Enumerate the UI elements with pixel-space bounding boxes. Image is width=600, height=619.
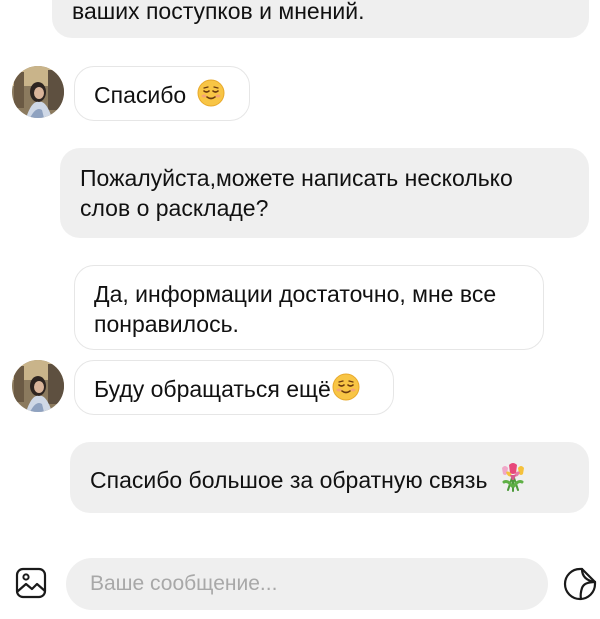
avatar[interactable] xyxy=(12,66,64,118)
message-incoming[interactable]: Буду обращаться ещё xyxy=(74,360,394,415)
relieved-face-emoji xyxy=(332,373,360,408)
avatar[interactable] xyxy=(12,360,64,412)
tulip-bouquet-emoji xyxy=(498,462,528,499)
message-outgoing[interactable]: Пожалуйста,можете написать несколько сло… xyxy=(60,148,589,238)
message-outgoing[interactable]: ваших поступков и мнений. xyxy=(52,0,589,38)
avatar-photo xyxy=(12,66,64,118)
message-text: Буду обращаться ещё xyxy=(94,376,331,402)
message-text: Да, информации достаточно, мне все понра… xyxy=(94,281,497,337)
chat-thread: ваших поступков и мнений. Спасибо Пожалу… xyxy=(0,0,600,619)
message-text: Спасибо xyxy=(94,82,187,108)
message-input[interactable] xyxy=(88,571,526,597)
avatar-photo xyxy=(12,360,64,412)
message-outgoing[interactable]: Спасибо большое за обратную связь xyxy=(70,442,589,513)
message-composer xyxy=(66,558,548,610)
image-icon[interactable] xyxy=(15,566,51,602)
message-text: Пожалуйста,можете написать несколько сло… xyxy=(80,165,513,221)
message-text: Спасибо большое за обратную связь xyxy=(90,467,488,493)
message-incoming[interactable]: Да, информации достаточно, мне все понра… xyxy=(74,265,544,350)
message-incoming[interactable]: Спасибо xyxy=(74,66,250,121)
message-text: ваших поступков и мнений. xyxy=(72,0,365,24)
sticker-icon[interactable] xyxy=(562,566,598,602)
relieved-face-emoji xyxy=(197,79,225,114)
